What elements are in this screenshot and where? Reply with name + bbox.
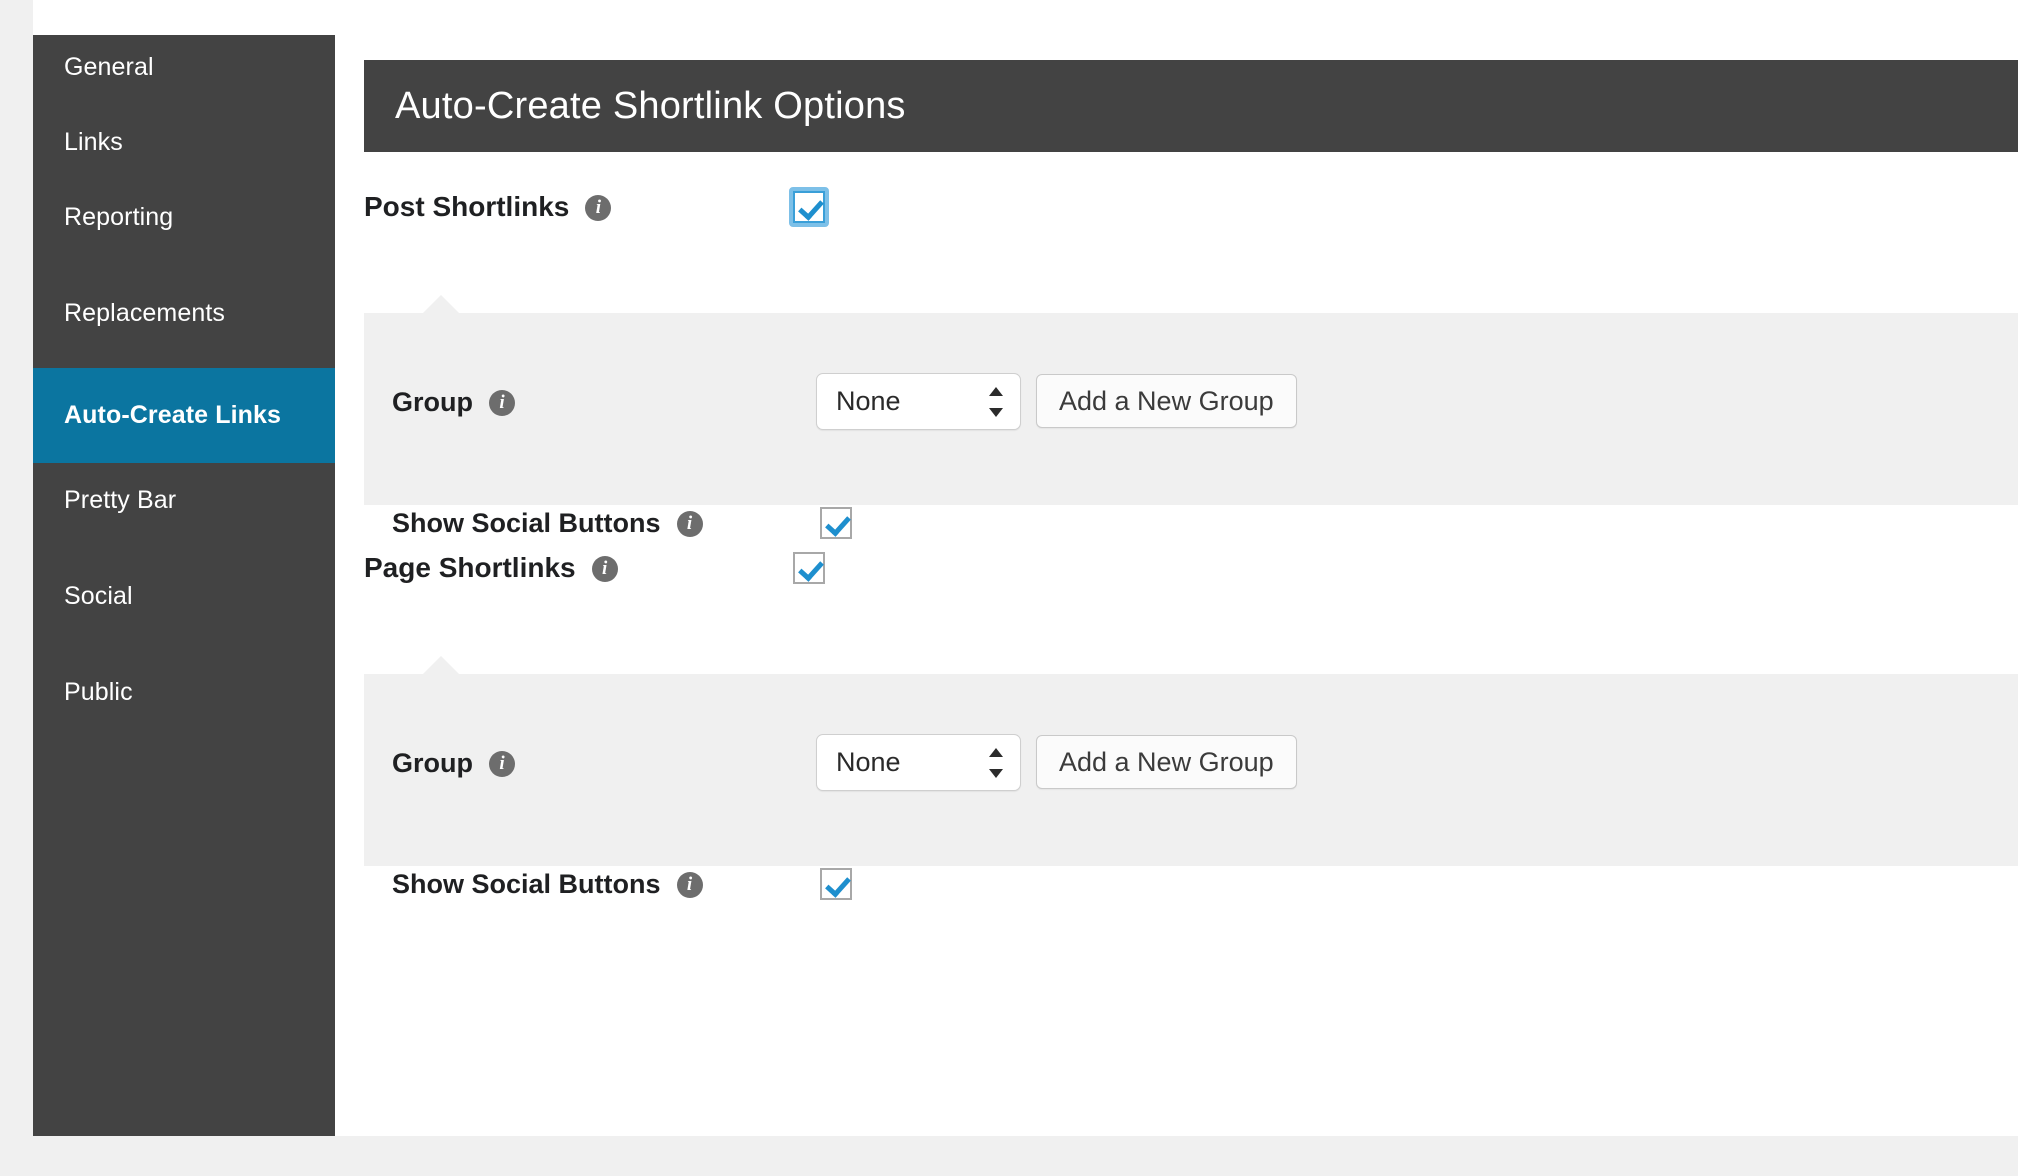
chevron-up-icon <box>989 387 1003 396</box>
select-stepper-icon <box>989 748 1003 778</box>
page-add-new-group-button[interactable]: Add a New Group <box>1036 735 1297 789</box>
post-shortlinks-label: Post Shortlinks i <box>364 191 611 223</box>
chevron-down-icon <box>989 408 1003 417</box>
sidebar-item-label: Replacements <box>64 299 225 328</box>
sidebar-item-links[interactable]: Links <box>33 110 335 174</box>
options-form: Post Shortlinks i Group i None <box>364 152 2018 1136</box>
sidebar-item-reporting[interactable]: Reporting <box>33 185 335 249</box>
settings-sidebar: General Links Reporting Replacements Aut… <box>33 35 335 1136</box>
sidebar-item-pretty-bar[interactable]: Pretty Bar <box>33 468 335 532</box>
page-title: Auto-Create Shortlink Options <box>364 85 906 128</box>
page-social-row: Show Social Buttons i <box>392 854 703 914</box>
page-group-row: Group i <box>392 733 515 793</box>
settings-page: General Links Reporting Replacements Aut… <box>0 0 2018 1176</box>
sidebar-item-label: Public <box>64 678 133 707</box>
sidebar-item-public[interactable]: Public <box>33 660 335 724</box>
post-group-label: Group i <box>392 387 515 418</box>
info-icon[interactable]: i <box>585 195 611 221</box>
sidebar-item-label: General <box>64 53 154 82</box>
sidebar-item-general[interactable]: General <box>33 35 335 99</box>
info-icon[interactable]: i <box>592 556 618 582</box>
select-stepper-icon <box>989 387 1003 417</box>
post-shortlinks-checkbox[interactable] <box>789 187 829 227</box>
sidebar-item-label: Auto-Create Links <box>64 401 281 430</box>
post-shortlinks-panel: Group i None Add a New Group Show Social… <box>364 313 2018 505</box>
sidebar-item-label: Social <box>64 582 133 611</box>
page-add-new-group-label: Add a New Group <box>1059 747 1274 778</box>
page-shortlinks-row: Page Shortlinks i <box>364 529 618 607</box>
sidebar-item-social[interactable]: Social <box>33 564 335 628</box>
sidebar-item-auto-create-links[interactable]: Auto-Create Links <box>33 368 335 463</box>
page-social-label: Show Social Buttons i <box>392 869 703 900</box>
page-header-bar: Auto-Create Shortlink Options <box>364 60 2018 152</box>
info-icon[interactable]: i <box>677 872 703 898</box>
page-group-label-text: Group <box>392 748 473 779</box>
info-icon[interactable]: i <box>489 751 515 777</box>
checkbox-box <box>820 507 852 539</box>
panel-notch <box>422 656 460 675</box>
page-social-checkbox[interactable] <box>816 864 856 904</box>
page-group-label: Group i <box>392 748 515 779</box>
panel-notch <box>422 295 460 314</box>
page-shortlinks-label-text: Page Shortlinks <box>364 552 576 584</box>
page-shortlinks-panel: Group i None Add a New Group Show Social… <box>364 674 2018 866</box>
sidebar-item-label: Reporting <box>64 203 173 232</box>
post-add-new-group-button[interactable]: Add a New Group <box>1036 374 1297 428</box>
post-group-select[interactable]: None <box>816 373 1021 430</box>
post-shortlinks-label-text: Post Shortlinks <box>364 191 569 223</box>
page-group-select[interactable]: None <box>816 734 1021 791</box>
page-social-label-text: Show Social Buttons <box>392 869 661 900</box>
post-add-new-group-label: Add a New Group <box>1059 386 1274 417</box>
sidebar-item-label: Links <box>64 128 123 157</box>
chevron-down-icon <box>989 769 1003 778</box>
post-group-label-text: Group <box>392 387 473 418</box>
page-shortlinks-label: Page Shortlinks i <box>364 552 618 584</box>
info-icon[interactable]: i <box>489 390 515 416</box>
sidebar-item-replacements[interactable]: Replacements <box>33 281 335 345</box>
post-shortlinks-row: Post Shortlinks i <box>364 168 611 246</box>
checkbox-box <box>820 868 852 900</box>
post-group-row: Group i <box>392 372 515 432</box>
post-group-select-value: None <box>836 386 901 417</box>
checkbox-box <box>793 191 825 223</box>
page-shortlinks-checkbox[interactable] <box>789 548 829 588</box>
post-social-checkbox[interactable] <box>816 503 856 543</box>
checkbox-box <box>793 552 825 584</box>
sidebar-item-label: Pretty Bar <box>64 486 176 515</box>
chevron-up-icon <box>989 748 1003 757</box>
info-icon[interactable]: i <box>677 511 703 537</box>
page-group-select-value: None <box>836 747 901 778</box>
